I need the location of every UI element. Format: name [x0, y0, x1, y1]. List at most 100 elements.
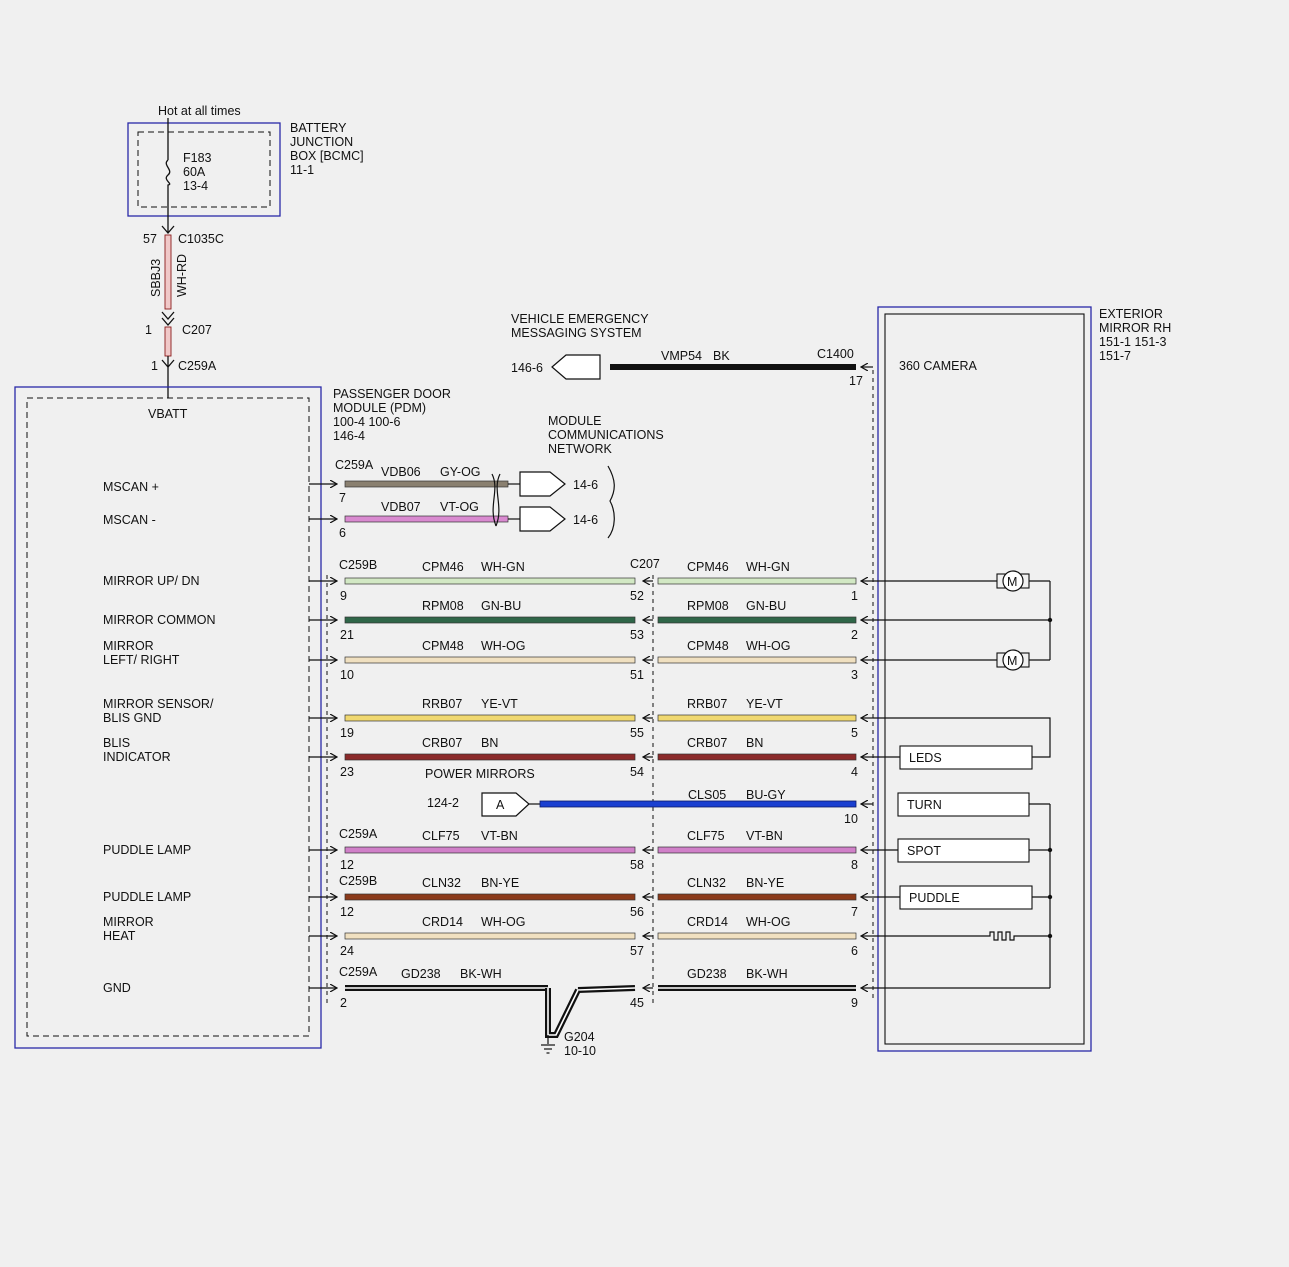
wire-color-right: GN-BU: [746, 599, 786, 613]
circuit-label: MIRROR SENSOR/: [103, 697, 214, 711]
wire-color-left: BK-WH: [460, 967, 502, 981]
c259-pin: 24: [340, 944, 354, 958]
vbatt-label: VBATT: [148, 407, 188, 421]
pdm-module-box: [14, 386, 322, 1049]
circuit-label: PUDDLE LAMP: [103, 890, 191, 904]
circuit-label: INDICATOR: [103, 750, 171, 764]
c259a-feed-label: C259A: [178, 359, 217, 373]
c207-label: C207: [630, 557, 660, 571]
wire-segment-right: [657, 932, 857, 940]
wire-circuit-right: CPM48: [687, 639, 729, 653]
wire-vdb07: [344, 515, 509, 523]
circuit-label: HEAT: [103, 929, 136, 943]
wire-circuit-right: RPM08: [687, 599, 729, 613]
wire-vdb07-pin: 6: [339, 526, 346, 540]
svg-text:60A: 60A: [183, 165, 206, 179]
connector-c207-feed-symbol: [161, 311, 175, 326]
mirror-pin: 1: [851, 589, 858, 603]
vems-title: VEHICLE EMERGENCY MESSAGING SYSTEM: [511, 312, 649, 340]
ground-name: G204: [564, 1030, 595, 1044]
svg-text:F183: F183: [183, 151, 212, 165]
wire-vdb07-circuit: VDB07: [381, 500, 421, 514]
motor-left-right: M: [873, 649, 1050, 671]
c1400-pin: 17: [849, 374, 863, 388]
heater-element-symbol: [873, 931, 1050, 941]
hot-at-all-times-label: Hot at all times: [158, 104, 241, 118]
ground-wire-junction: [545, 988, 581, 1038]
mcn-ref-2: 14-6: [573, 513, 598, 527]
power-mirrors-label: POWER MIRRORS: [425, 767, 535, 781]
c259-pin: 23: [340, 765, 354, 779]
wire-circuit-left: CRB07: [422, 736, 462, 750]
exterior-mirror-box: [877, 306, 1092, 1052]
c1035c-label: C1035C: [178, 232, 224, 246]
c207-pin: 58: [630, 858, 644, 872]
svg-text:PASSENGER DOOR: PASSENGER DOOR: [333, 387, 451, 401]
turn-feed-ref: 124-2: [427, 796, 459, 810]
c259-pin: 9: [340, 589, 347, 603]
battery-junction-box-title: BATTERY JUNCTION BOX [BCMC] 11-1: [290, 121, 364, 177]
mcn-connector: C259A: [335, 458, 374, 472]
wire-sbbj3-circuit: SBBJ3: [149, 259, 163, 297]
wire-circuit-left: CLN32: [422, 876, 461, 890]
leds-label: LEDS: [909, 751, 942, 765]
fuse-f183-symbol: [165, 118, 171, 232]
wire-color-right: BN: [746, 736, 763, 750]
puddle-label: PUDDLE: [909, 891, 960, 905]
mirror-pin: 6: [851, 944, 858, 958]
vems-connector-symbol: [551, 354, 601, 380]
wire-circuit-left: GD238: [401, 967, 441, 981]
wire-segment-left: [344, 656, 636, 664]
circuit-label: MIRROR: [103, 915, 154, 929]
wire-segment-right: [657, 714, 857, 722]
c259-connector-label: C259B: [339, 558, 377, 572]
circuit-label: BLIS: [103, 736, 130, 750]
wire-color-left: BN: [481, 736, 498, 750]
c259-pin: 19: [340, 726, 354, 740]
camera-label: 360 CAMERA: [899, 359, 977, 373]
wire-segment-left: [344, 577, 636, 585]
wire-circuit-left: RPM08: [422, 599, 464, 613]
svg-text:JUNCTION: JUNCTION: [290, 135, 353, 149]
c259-connector-label: C259A: [339, 965, 378, 979]
wire-segment-left: [344, 932, 636, 940]
svg-text:MODULE (PDM): MODULE (PDM): [333, 401, 426, 415]
mcn-connector-1-symbol: [519, 471, 566, 497]
ground-symbol: [541, 1044, 555, 1054]
mscan-plus-label: MSCAN +: [103, 480, 159, 494]
turn-feed-connector: A: [496, 798, 505, 812]
motor-left-right-symbol: M: [1007, 654, 1017, 668]
wire-color-right: BK-WH: [746, 967, 788, 981]
svg-text:MIRROR RH: MIRROR RH: [1099, 321, 1171, 335]
circuit-row-crd14: MIRRORHEAT CRD14 WH-OG CRD14 WH-OG 24 57 6: [103, 915, 873, 958]
c207-pin: 57: [630, 944, 644, 958]
mirror-pin: 3: [851, 668, 858, 682]
motor-up-down: M: [873, 570, 1050, 592]
c1400-label: C1400: [817, 347, 854, 361]
wire-circuit-right: CRB07: [687, 736, 727, 750]
wire-color-left: BN-YE: [481, 876, 519, 890]
circuit-row-cpm46: MIRROR UP/ DN CPM46 WH-GN CPM46 WH-GN C259B 9 5…: [103, 558, 873, 603]
mcn-ref-1: 14-6: [573, 478, 598, 492]
pdm-module-inner: [26, 397, 310, 1037]
c207-pin: 45: [630, 996, 644, 1010]
svg-text:BOX [BCMC]: BOX [BCMC]: [290, 149, 364, 163]
wire-circuit-left: CLF75: [422, 829, 460, 843]
wire-segment-right: [657, 577, 857, 585]
wire-vdb06-pin: 7: [339, 491, 346, 505]
circuit-rows: MIRROR UP/ DN CPM46 WH-GN CPM46 WH-GN C259B 9 5…: [103, 558, 873, 1010]
c259-pin: 12: [340, 905, 354, 919]
c259-connector-label: C259A: [339, 827, 378, 841]
wire-color-right: YE-VT: [746, 697, 783, 711]
wire-vdb06-circuit: VDB06: [381, 465, 421, 479]
c259-pin: 21: [340, 628, 354, 642]
mirror-pin: 8: [851, 858, 858, 872]
c259a-feed-pin: 1: [151, 359, 158, 373]
motor-up-down-symbol: M: [1007, 575, 1017, 589]
c207-feed-label: C207: [182, 323, 212, 337]
wire-segment-right: [657, 616, 857, 624]
svg-text:EXTERIOR: EXTERIOR: [1099, 307, 1163, 321]
wire-sbbj3: [164, 234, 172, 310]
wire-segment-right: [657, 846, 857, 854]
circuit-label: MIRROR UP/ DN: [103, 574, 200, 588]
